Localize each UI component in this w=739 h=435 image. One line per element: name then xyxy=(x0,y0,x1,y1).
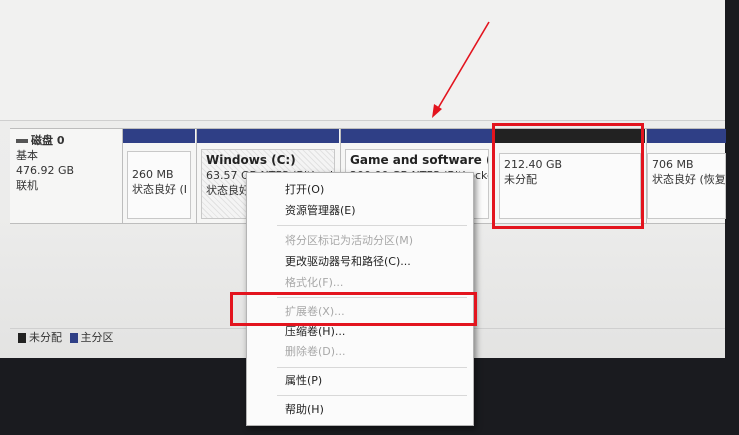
annotation-arrow-icon xyxy=(432,21,490,118)
